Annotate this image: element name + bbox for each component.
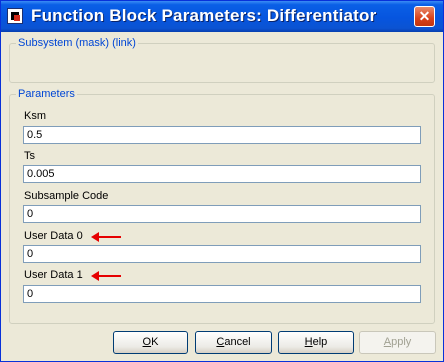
subsystem-legend: Subsystem (mask) (link) xyxy=(18,37,136,49)
subsample-code-label: Subsample Code xyxy=(24,190,109,202)
subsample-code-input[interactable] xyxy=(23,205,421,223)
close-button[interactable]: ✕ xyxy=(414,6,435,27)
red-arrow-left-icon xyxy=(91,271,121,281)
ok-button[interactable]: OK xyxy=(113,331,188,354)
user-data-0-input[interactable] xyxy=(23,245,421,263)
cancel-button[interactable]: Cancel xyxy=(195,331,272,354)
subsystem-group: Subsystem (mask) (link) xyxy=(9,37,435,83)
red-arrow-left-icon xyxy=(91,232,121,242)
user-data-1-label: User Data 1 xyxy=(24,269,83,281)
user-data-0-label: User Data 0 xyxy=(24,230,83,242)
window-title: Function Block Parameters: Differentiato… xyxy=(31,6,377,25)
apply-button[interactable]: Apply xyxy=(359,331,436,354)
help-button[interactable]: Help xyxy=(278,331,354,354)
ts-label: Ts xyxy=(24,150,35,162)
title-bar[interactable]: Function Block Parameters: Differentiato… xyxy=(1,1,443,32)
ts-input[interactable] xyxy=(23,165,421,183)
parameters-legend: Parameters xyxy=(18,88,75,100)
dialog-window: Function Block Parameters: Differentiato… xyxy=(0,0,444,362)
ksm-input[interactable] xyxy=(23,126,421,144)
simulink-block-icon xyxy=(7,8,23,24)
ksm-label: Ksm xyxy=(24,110,46,122)
user-data-1-input[interactable] xyxy=(23,285,421,303)
